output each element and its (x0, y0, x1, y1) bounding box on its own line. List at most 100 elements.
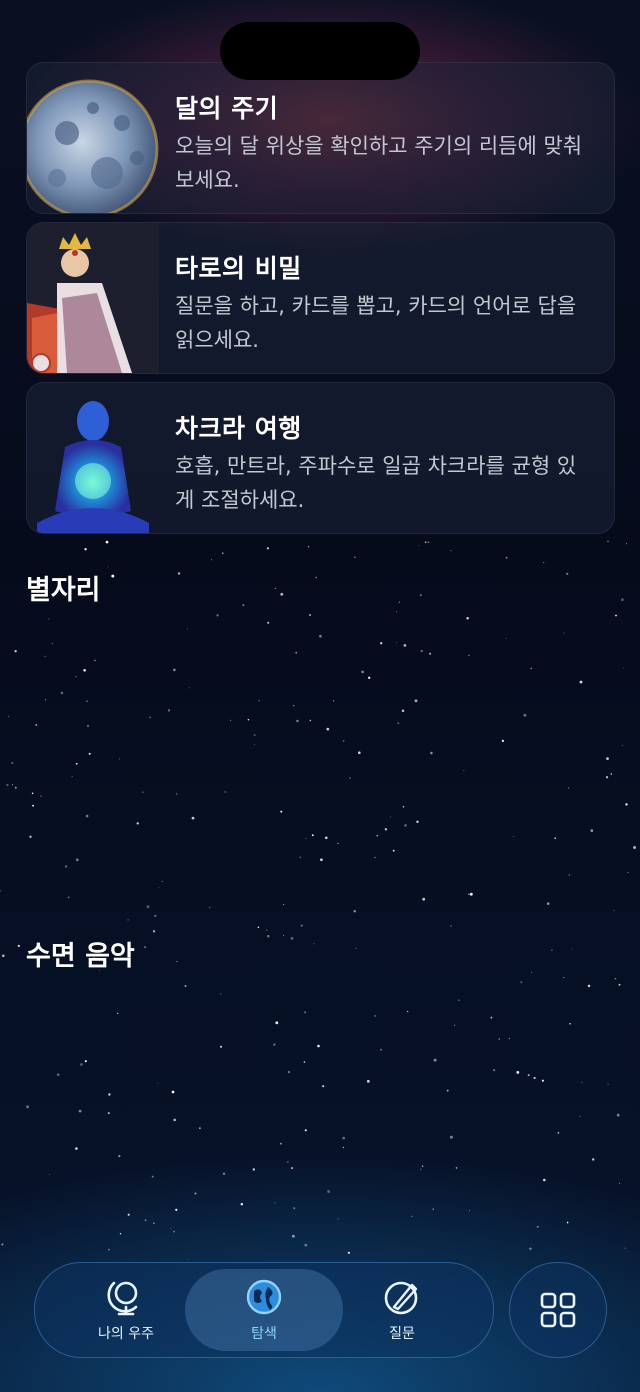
star (317, 1044, 320, 1048)
star (118, 1155, 121, 1158)
globe-stand-icon (107, 1281, 138, 1316)
card-chakra-journey[interactable]: 차크라 여행 호흡, 만트라, 주파수로 일곱 차크라를 균형 있게 조절하세요… (26, 382, 615, 534)
star (557, 1132, 560, 1134)
star (398, 601, 401, 604)
card-title: 차크라 여행 (175, 414, 302, 443)
star (32, 804, 35, 807)
star (275, 1021, 279, 1025)
star (105, 540, 109, 544)
star (188, 687, 190, 689)
star (554, 837, 557, 840)
star (404, 824, 407, 827)
star (384, 828, 388, 831)
star (80, 1063, 83, 1066)
star (111, 574, 115, 578)
star (449, 1135, 453, 1139)
card-moon-cycle[interactable]: 달의 주기 오늘의 달 위상을 확인하고 주기의 리듬에 맞춰보세요. (26, 62, 615, 214)
star (618, 983, 621, 986)
star (14, 786, 17, 789)
star (567, 787, 570, 789)
star (353, 909, 356, 913)
star (569, 1023, 571, 1025)
star (83, 669, 86, 672)
star (84, 547, 87, 551)
star (2, 954, 5, 958)
star (242, 604, 245, 607)
card-tarot-secrets[interactable]: 타로의 비밀 질문을 하고, 카드를 뽑고, 카드의 언어로 답을 읽으세요. (26, 222, 615, 374)
star (568, 874, 571, 876)
star (626, 543, 628, 545)
earth-icon (246, 1279, 282, 1315)
section-title-constellations: 별자리 (26, 575, 101, 606)
star (424, 541, 427, 544)
star (219, 1045, 223, 1048)
star (170, 1228, 172, 1230)
star (396, 611, 397, 613)
star (304, 1243, 308, 1247)
star (84, 1060, 87, 1063)
star (469, 1210, 471, 1212)
star (458, 999, 460, 1001)
tab-my-universe[interactable]: 나의 우주 (47, 1269, 205, 1351)
star (283, 904, 285, 906)
star (224, 791, 226, 793)
star (563, 632, 565, 634)
grid-icon (540, 1292, 576, 1328)
star (288, 1071, 290, 1073)
star (26, 1105, 30, 1109)
star (153, 1222, 155, 1224)
star (337, 842, 339, 845)
star (75, 858, 79, 862)
star (427, 541, 429, 543)
star (299, 856, 302, 859)
star (322, 1085, 325, 1088)
star (240, 1202, 244, 1206)
star (118, 758, 120, 760)
star (446, 1089, 449, 1092)
star (466, 616, 469, 620)
star (280, 1142, 282, 1145)
star (342, 740, 345, 742)
moon-image (27, 79, 159, 213)
star (520, 981, 523, 984)
star (624, 1247, 626, 1249)
star (349, 777, 351, 779)
star (67, 896, 70, 899)
tab-explore[interactable]: 탐색 (185, 1269, 343, 1351)
star (571, 948, 573, 950)
star (194, 1192, 197, 1195)
star (229, 719, 232, 722)
star (11, 784, 14, 786)
star (296, 719, 299, 723)
star (615, 614, 617, 617)
star (267, 621, 270, 624)
star (342, 1136, 346, 1140)
star (533, 1076, 536, 1080)
star (469, 892, 473, 896)
star (216, 614, 219, 617)
star (315, 576, 317, 579)
tab-question[interactable]: 질문 (323, 1269, 481, 1351)
star (402, 806, 405, 808)
card-description: 호흡, 만트라, 주파수로 일곱 차크라를 균형 있게 조절하세요. (175, 454, 577, 512)
star (151, 1175, 154, 1178)
star (305, 838, 307, 840)
star (380, 642, 383, 645)
grid-menu-button[interactable] (509, 1262, 607, 1358)
star (292, 1234, 295, 1238)
star (407, 1010, 409, 1013)
star (48, 1173, 50, 1175)
star (1, 1243, 4, 1246)
star (450, 925, 452, 927)
star (454, 1024, 456, 1026)
star (258, 699, 260, 702)
star (490, 1016, 493, 1019)
star (403, 644, 407, 647)
star (541, 1079, 544, 1082)
star (222, 1172, 226, 1176)
star (591, 1158, 595, 1161)
star (380, 1048, 383, 1051)
star (566, 1221, 569, 1224)
star (304, 1129, 307, 1132)
star (149, 716, 151, 719)
